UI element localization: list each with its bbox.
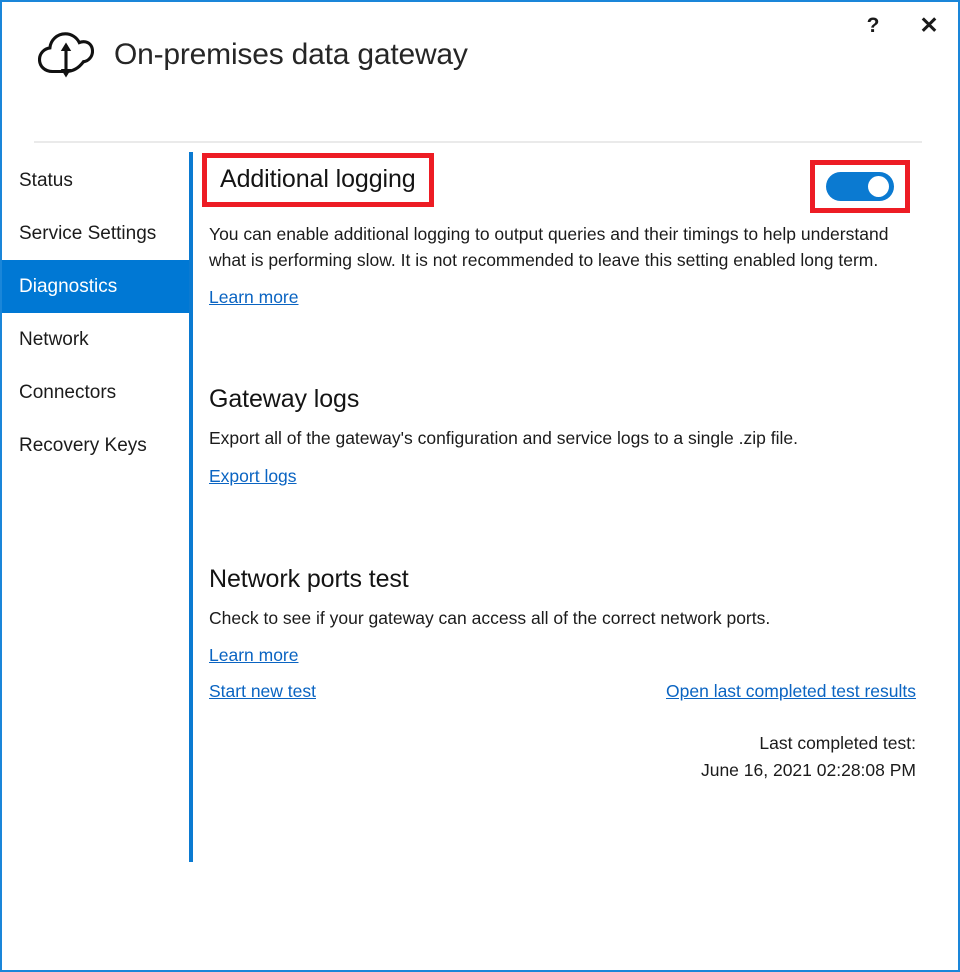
sidebar-divider	[189, 152, 193, 862]
network-ports-test-learn-more-link[interactable]: Learn more	[209, 645, 299, 666]
close-icon[interactable]: ✕	[914, 10, 944, 40]
sidebar-item-recovery-keys[interactable]: Recovery Keys	[2, 419, 191, 472]
export-logs-link[interactable]: Export logs	[209, 466, 297, 487]
sidebar-item-network[interactable]: Network	[2, 313, 191, 366]
diagnostics-panel: Additional logging You can enable additi…	[209, 154, 929, 784]
help-icon[interactable]: ?	[858, 10, 888, 40]
app-brand: On-premises data gateway	[38, 30, 468, 80]
section-additional-logging: Additional logging You can enable additi…	[209, 154, 929, 308]
sidebar-item-diagnostics[interactable]: Diagnostics	[2, 260, 191, 313]
additional-logging-description: You can enable additional logging to out…	[209, 222, 929, 273]
sidebar-item-service-settings[interactable]: Service Settings	[2, 207, 191, 260]
window-titlebar: ? ✕ On-premises data gateway	[2, 2, 958, 120]
sidebar-item-status[interactable]: Status	[2, 154, 191, 207]
gateway-logs-title: Gateway logs	[209, 385, 929, 414]
dialog-footer: Apply Close	[2, 866, 958, 970]
page-title: On-premises data gateway	[114, 38, 468, 72]
additional-logging-header-row: Additional logging	[209, 154, 929, 206]
cloud-upload-download-icon	[38, 30, 94, 80]
network-ports-test-title: Network ports test	[209, 565, 929, 594]
last-completed-test-caption: Last completed test:	[209, 730, 916, 757]
titlebar-separator	[34, 141, 922, 143]
additional-logging-toggle-annotation	[810, 160, 910, 213]
network-ports-test-actions: Start new test Open last completed test …	[209, 681, 929, 711]
section-network-ports-test: Network ports test Check to see if your …	[209, 565, 929, 785]
sidebar-item-connectors[interactable]: Connectors	[2, 366, 191, 419]
gateway-configuration-window: ? ✕ On-premises data gateway Status Serv…	[0, 0, 960, 972]
toggle-knob	[868, 176, 889, 197]
start-new-test-link[interactable]: Start new test	[209, 681, 316, 702]
last-completed-test-timestamp: June 16, 2021 02:28:08 PM	[209, 757, 916, 784]
additional-logging-learn-more-link[interactable]: Learn more	[209, 287, 299, 308]
additional-logging-toggle[interactable]	[826, 172, 894, 201]
additional-logging-title-annotation: Additional logging	[202, 153, 434, 207]
gateway-logs-description: Export all of the gateway's configuratio…	[209, 426, 929, 452]
network-ports-test-description: Check to see if your gateway can access …	[209, 606, 929, 632]
open-last-completed-test-results-link[interactable]: Open last completed test results	[666, 681, 916, 702]
last-completed-test-info: Last completed test: June 16, 2021 02:28…	[209, 730, 929, 784]
sidebar-nav: Status Service Settings Diagnostics Netw…	[2, 154, 191, 864]
window-controls: ? ✕	[858, 10, 944, 40]
section-gateway-logs: Gateway logs Export all of the gateway's…	[209, 385, 929, 487]
additional-logging-description-block: You can enable additional logging to out…	[209, 222, 929, 308]
additional-logging-title: Additional logging	[220, 165, 416, 193]
